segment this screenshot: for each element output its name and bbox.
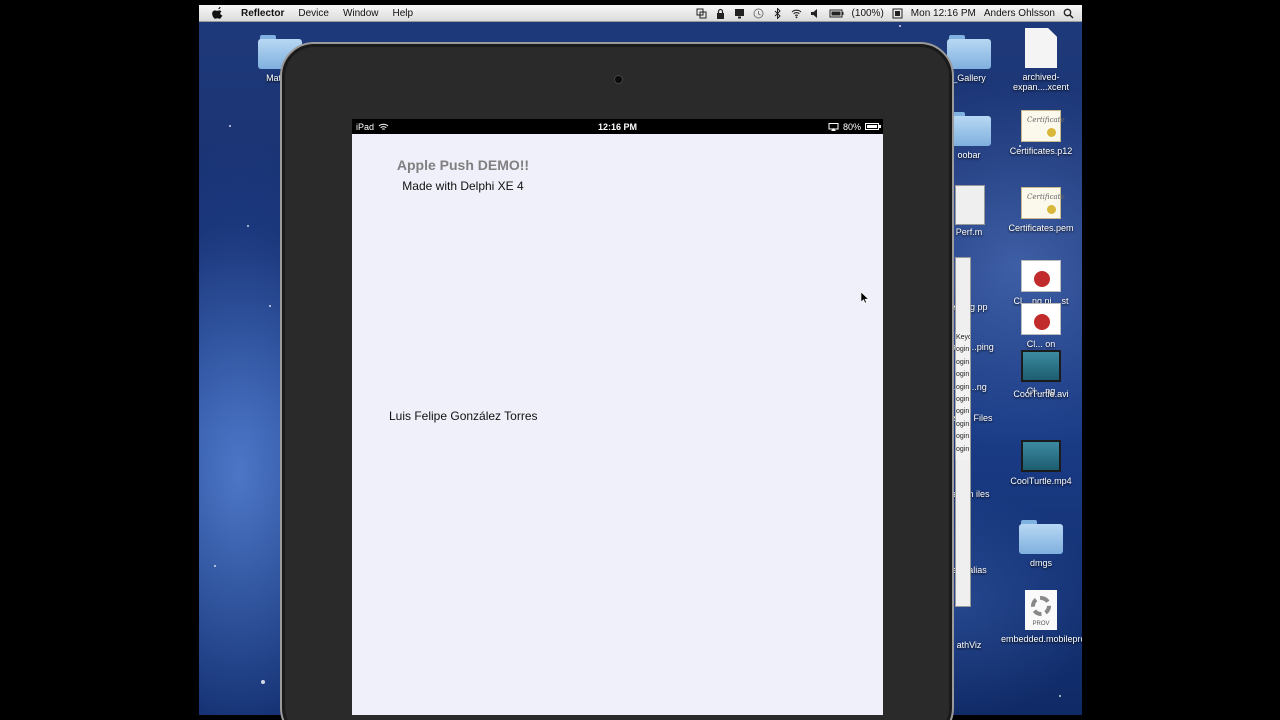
menubar-extras: (100%) Mon 12:16 PM Anders Ohlsson bbox=[696, 5, 1074, 22]
airplay-icon bbox=[828, 122, 839, 131]
battery-percent: (100%) bbox=[851, 8, 884, 19]
desktop-icon-certificates-pem[interactable]: Certificate Certificates.pem bbox=[1001, 187, 1081, 233]
certificate-icon: Certificate bbox=[1021, 110, 1065, 142]
folder-icon bbox=[947, 35, 991, 69]
user-name[interactable]: Anders Ohlsson bbox=[984, 8, 1055, 19]
volume-icon[interactable] bbox=[810, 8, 821, 19]
keychain-row: ogin bbox=[956, 433, 970, 441]
certificate-icon: Certificate bbox=[1021, 187, 1065, 219]
firemonkey-icon bbox=[1021, 303, 1061, 335]
desktop-icon-coolturtle-mp4[interactable]: CoolTurtle.mp4 bbox=[1001, 440, 1081, 486]
wifi-icon[interactable] bbox=[791, 8, 802, 19]
keychain-row: ogin bbox=[956, 358, 970, 366]
menu-app-reflector[interactable]: Reflector bbox=[234, 5, 291, 22]
desktop-icon-embedded-mobileprovision[interactable]: PROV embedded.mobileprovision bbox=[1001, 590, 1082, 644]
desktop-icon-cl-2[interactable]: Cl... on bbox=[1001, 303, 1081, 349]
mouse-pointer-icon bbox=[861, 292, 869, 304]
ipad-screen[interactable]: iPad 12:16 PM 80% Apple Push DEMO!! Made… bbox=[352, 119, 883, 715]
apple-icon[interactable] bbox=[212, 7, 224, 19]
firemonkey-icon bbox=[1021, 260, 1061, 292]
desktop-icon-certificates-p12[interactable]: Certificate Certificates.p12 bbox=[1001, 110, 1081, 156]
menu-device[interactable]: Device bbox=[291, 5, 336, 22]
background-window-fragment bbox=[955, 185, 985, 225]
bluetooth-icon[interactable] bbox=[772, 8, 783, 19]
folder-icon bbox=[1019, 520, 1063, 554]
menu-window[interactable]: Window bbox=[336, 5, 386, 22]
desktop-icon-label: Certificates.p12 bbox=[1009, 146, 1073, 156]
desktop-icon-label: dmgs bbox=[1029, 558, 1052, 568]
time-machine-icon[interactable] bbox=[753, 8, 764, 19]
video-thumbnail-icon bbox=[1021, 350, 1061, 382]
keychain-list-fragment: Keyc ogin ogin ogin ogin ogin ogin ogin … bbox=[955, 332, 970, 460]
ios-battery-percent: 80% bbox=[842, 121, 861, 132]
keychain-row: ogin bbox=[956, 408, 970, 416]
keychain-row: ogin bbox=[956, 346, 970, 354]
keychain-row: ogin bbox=[956, 383, 970, 391]
lock-icon[interactable] bbox=[715, 8, 726, 19]
author-name-label: Luis Felipe González Torres bbox=[389, 409, 538, 423]
desktop-icon-label: Certificates.pem bbox=[1008, 223, 1074, 233]
video-thumbnail-icon bbox=[1021, 440, 1061, 472]
keychain-row: Keyc bbox=[956, 334, 970, 341]
desktop-icon-label: embedded.mobileprovision bbox=[1001, 634, 1082, 644]
clock[interactable]: Mon 12:16 PM bbox=[911, 8, 976, 19]
document-icon bbox=[1025, 28, 1057, 68]
screens-icon[interactable] bbox=[696, 8, 707, 19]
desktop-icon-cl-1[interactable]: Cl... ng ni... st bbox=[1001, 260, 1081, 306]
desktop-icon-label: archived-expan....xcent bbox=[1012, 72, 1070, 92]
keychain-row: ogin bbox=[956, 395, 970, 403]
menu-help[interactable]: Help bbox=[386, 5, 421, 22]
menubar: Reflector Device Window Help (100%) Mon … bbox=[199, 5, 1082, 22]
letterbox-left bbox=[0, 0, 199, 720]
ios-battery-icon bbox=[865, 123, 881, 130]
desktop-icon-coolturtle-avi[interactable]: CoolTurtle.avi bbox=[1001, 385, 1081, 399]
keychain-row: ogin bbox=[956, 445, 970, 453]
app-title: Apple Push DEMO!! bbox=[396, 157, 530, 173]
letterbox-right bbox=[1082, 0, 1280, 720]
provisioning-profile-icon: PROV bbox=[1025, 590, 1057, 630]
keychain-row: ogin bbox=[956, 371, 970, 379]
desktop-icon-label: CoolTurtle.avi bbox=[1013, 389, 1069, 399]
keychain-row: ogin bbox=[956, 420, 970, 428]
status-right: 80% bbox=[828, 119, 881, 134]
ios-clock: 12:16 PM bbox=[597, 121, 638, 132]
ios-status-bar: iPad 12:16 PM 80% bbox=[352, 119, 883, 134]
desktop-icon-dmgs[interactable]: dmgs bbox=[1001, 520, 1081, 568]
desktop-icon-archived[interactable]: archived-expan....xcent bbox=[1001, 28, 1081, 92]
flag-icon[interactable] bbox=[892, 8, 903, 19]
display-icon[interactable] bbox=[734, 8, 745, 19]
app-subtitle: Made with Delphi XE 4 bbox=[402, 179, 524, 193]
desktop-icon-label: Cl... on bbox=[1026, 339, 1056, 349]
spotlight-search-icon[interactable] bbox=[1063, 8, 1074, 19]
desktop-icon-label: CoolTurtle.mp4 bbox=[1010, 476, 1072, 486]
battery-icon[interactable] bbox=[829, 8, 844, 19]
camera-icon bbox=[614, 75, 623, 84]
